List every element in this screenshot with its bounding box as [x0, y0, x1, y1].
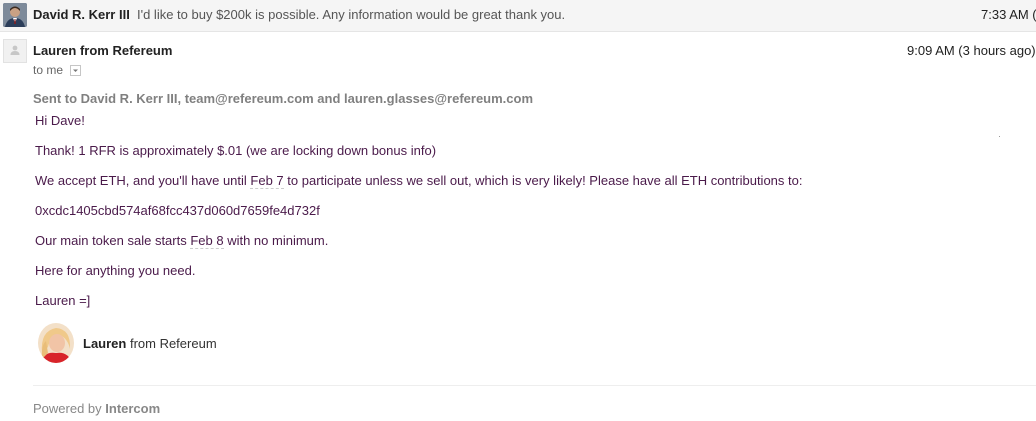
sent-to-line: Sent to David R. Kerr III, team@refereum… — [33, 91, 534, 106]
date-link-feb8[interactable]: Feb 8 — [190, 233, 224, 249]
sender-name[interactable]: Lauren from Refereum — [33, 43, 172, 58]
powered-by-label: Powered by — [33, 401, 106, 416]
text: with no minimum. — [223, 233, 329, 248]
message-time: 9:09 AM (3 hours ago) — [907, 43, 1036, 58]
divider — [999, 136, 1000, 137]
body-line-price: Thank! 1 RFR is approximately $.01 (we a… — [35, 143, 437, 158]
default-avatar-icon — [3, 39, 27, 63]
collapsed-snippet: I'd like to buy $200k is possible. Any i… — [137, 7, 566, 22]
chevron-down-icon — [73, 69, 78, 72]
body-line-help: Here for anything you need. — [35, 263, 196, 278]
signature-from: from Refereum — [126, 336, 217, 351]
closing: Lauren =] — [35, 293, 91, 308]
details-dropdown-button[interactable] — [70, 65, 81, 76]
body-line-sale: Our main token sale starts Feb 8 with no… — [35, 233, 329, 249]
eth-address: 0xcdc1405cbd574af68fcc437d060d7659fe4d73… — [35, 203, 320, 218]
greeting: Hi Dave! — [35, 113, 85, 128]
signature-text: Lauren from Refereum — [83, 336, 217, 351]
intercom-link[interactable]: Intercom — [105, 401, 160, 416]
recipient-line: to me — [33, 63, 64, 77]
date-link-feb7[interactable]: Feb 7 — [250, 173, 284, 189]
signature-name: Lauren — [83, 336, 127, 351]
collapsed-message-row[interactable]: David R. Kerr III I'd like to buy $200k … — [0, 0, 1036, 32]
sender-photo-avatar — [3, 3, 27, 27]
text: Our main token sale starts — [35, 233, 191, 248]
collapsed-sender-name: David R. Kerr III — [33, 7, 130, 22]
collapsed-time: 7:33 AM ( — [981, 7, 1036, 22]
text: We accept ETH, and you'll have until — [35, 173, 251, 188]
signature-avatar — [38, 323, 74, 363]
powered-by: Powered by Intercom — [33, 401, 160, 416]
text: to participate unless we sell out, which… — [283, 173, 803, 188]
body-line-eth: We accept ETH, and you'll have until Feb… — [35, 173, 803, 189]
footer-divider — [33, 385, 1036, 386]
